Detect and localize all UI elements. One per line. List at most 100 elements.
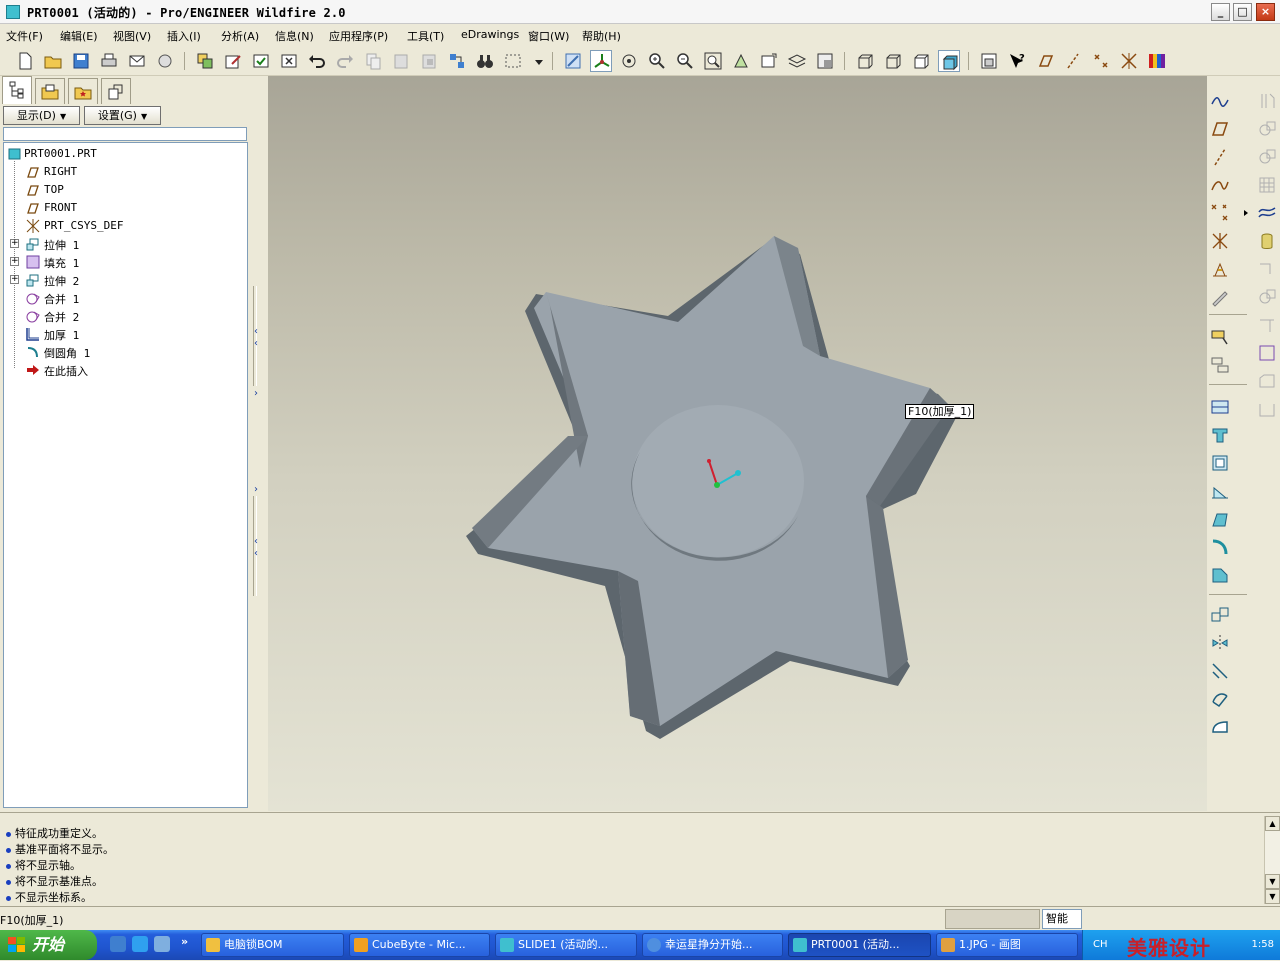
collapse-arrow-icon[interactable]: ‹ (254, 548, 258, 559)
star-part-model[interactable] (268, 76, 1207, 811)
selection-filter-select[interactable]: 智能 (1042, 909, 1082, 929)
mirror-tool-icon[interactable] (1209, 632, 1231, 654)
task-item[interactable]: CubeByte - Mic... (349, 933, 490, 957)
solidify-tool-icon[interactable] (1256, 342, 1278, 364)
task-item[interactable]: 幸运星挣分开始... (642, 933, 783, 957)
datum-plane-tool-icon[interactable] (1209, 118, 1231, 140)
task-item[interactable]: 1.JPG - 画图 (936, 933, 1078, 957)
scroll-down-icon[interactable]: ▼ (1265, 874, 1280, 889)
menu-tools[interactable]: 工具(T) (407, 28, 444, 44)
window-activate-icon[interactable] (250, 50, 272, 72)
revolve-tool-icon[interactable] (1209, 424, 1231, 446)
cylinder-tool-icon[interactable] (1256, 230, 1278, 252)
wireframe-icon[interactable] (854, 50, 876, 72)
edit-definition-icon[interactable] (222, 50, 244, 72)
menu-analysis[interactable]: 分析(A) (221, 28, 259, 44)
quicklaunch-desktop-icon[interactable] (110, 936, 126, 952)
close-button[interactable]: × (1256, 3, 1275, 21)
graphics-viewport[interactable]: F10(加厚_1) (268, 76, 1207, 811)
regenerate-icon[interactable] (194, 50, 216, 72)
datum-point-tool-icon[interactable] (1209, 202, 1231, 224)
context-help-icon[interactable]: ? (1006, 50, 1028, 72)
print-icon[interactable] (98, 50, 120, 72)
settings-menu-button[interactable]: 设置(G) ▼ (84, 106, 161, 125)
open-folder-icon[interactable] (42, 50, 64, 72)
extend-tool-icon[interactable] (1256, 314, 1278, 336)
save-icon[interactable] (70, 50, 92, 72)
menu-info[interactable]: 信息(N) (275, 28, 314, 44)
no-hidden-icon[interactable] (910, 50, 932, 72)
quicklaunch-more-icon[interactable]: » (181, 935, 188, 948)
model-tree-settings-icon[interactable] (978, 50, 1000, 72)
round-tool-icon[interactable] (1209, 536, 1231, 558)
datum-plane-toggle-icon[interactable] (1034, 50, 1056, 72)
menu-view[interactable]: 视图(V) (113, 28, 151, 44)
find-binoculars-icon[interactable] (474, 50, 496, 72)
new-file-icon[interactable] (14, 50, 36, 72)
grid-tool-icon[interactable] (1256, 174, 1278, 196)
offset-tool-icon[interactable] (1256, 286, 1278, 308)
shading-icon[interactable] (938, 50, 960, 72)
collapse-arrow-icon[interactable]: ‹ (254, 338, 258, 349)
expand-extrude-1[interactable]: + (10, 239, 19, 248)
menu-file[interactable]: 文件(F) (6, 28, 43, 44)
quicklaunch-ie-icon[interactable] (132, 936, 148, 952)
pattern-tool-icon[interactable] (1209, 604, 1231, 626)
tab-favorites[interactable] (68, 78, 98, 104)
select-dropdown-icon[interactable] (528, 50, 543, 72)
menu-applications[interactable]: 应用程序(P) (329, 28, 388, 44)
zoom-out-icon[interactable] (674, 50, 696, 72)
analysis-feature-icon[interactable] (1209, 258, 1231, 280)
input-language-indicator[interactable]: CH (1093, 939, 1108, 950)
layers-icon[interactable] (786, 50, 808, 72)
orient-mode-icon[interactable] (618, 50, 640, 72)
csys-toggle-icon[interactable] (1118, 50, 1140, 72)
merge-tool-icon[interactable] (1209, 688, 1231, 710)
menu-edit[interactable]: 编辑(E) (60, 28, 98, 44)
extrude-tool-icon[interactable] (1209, 396, 1231, 418)
thicken-tool-icon[interactable] (1209, 716, 1231, 738)
datum-display-icon[interactable] (1209, 90, 1231, 112)
expand-arrow-icon[interactable]: › (254, 484, 258, 495)
trim-tool-icon[interactable] (1209, 660, 1231, 682)
boundary-tool-icon[interactable] (1256, 258, 1278, 280)
paste-special-icon[interactable] (418, 50, 440, 72)
selection-tools-icon[interactable] (446, 50, 468, 72)
project-tool-icon[interactable] (1256, 370, 1278, 392)
panel-splitter[interactable]: ‹ ‹ › › ‹ ‹ (250, 76, 266, 812)
rib-tool-icon[interactable] (1209, 480, 1231, 502)
start-button[interactable]: 开始 (0, 930, 97, 960)
reorient-icon[interactable] (730, 50, 752, 72)
spin-center-icon[interactable] (590, 50, 612, 72)
chamfer-tool-icon[interactable] (1209, 564, 1231, 586)
maximize-button[interactable]: □ (1233, 3, 1252, 21)
datum-axis-toggle-icon[interactable] (1062, 50, 1084, 72)
menu-window[interactable]: 窗口(W) (528, 28, 569, 44)
menu-edrawings[interactable]: eDrawings (461, 28, 519, 41)
undo-icon[interactable] (306, 50, 328, 72)
send-link-icon[interactable] (154, 50, 176, 72)
expand-arrow-icon[interactable]: › (254, 388, 258, 399)
tab-folder-browser[interactable] (35, 78, 65, 104)
refit-icon[interactable] (702, 50, 724, 72)
scroll-up-icon[interactable]: ▲ (1265, 816, 1280, 831)
flyout-arrow-icon[interactable] (1235, 202, 1248, 224)
sketch-tool-icon[interactable] (1209, 286, 1231, 308)
sweep-tool-icon[interactable] (1256, 90, 1278, 112)
select-box-icon[interactable] (502, 50, 524, 72)
expand-extrude-2[interactable]: + (10, 275, 19, 284)
redo-icon[interactable] (334, 50, 356, 72)
task-item[interactable]: 电脑锁BOM (201, 933, 344, 957)
zoom-in-icon[interactable] (646, 50, 668, 72)
message-scrollbar[interactable]: ▲ ▼ ▼ (1264, 816, 1280, 904)
tab-connections[interactable] (101, 78, 131, 104)
tab-model-tree[interactable] (2, 76, 32, 104)
collapse-arrow-icon[interactable]: ‹ (254, 536, 258, 547)
shell-tool-icon[interactable] (1209, 452, 1231, 474)
edit-placement-icon[interactable] (1209, 326, 1231, 348)
hole-tool-icon[interactable] (1256, 118, 1278, 140)
repaint-icon[interactable] (562, 50, 584, 72)
collapse-arrow-icon[interactable]: ‹ (254, 326, 258, 337)
wrap-tool-icon[interactable] (1256, 398, 1278, 420)
expand-fill-1[interactable]: + (10, 257, 19, 266)
